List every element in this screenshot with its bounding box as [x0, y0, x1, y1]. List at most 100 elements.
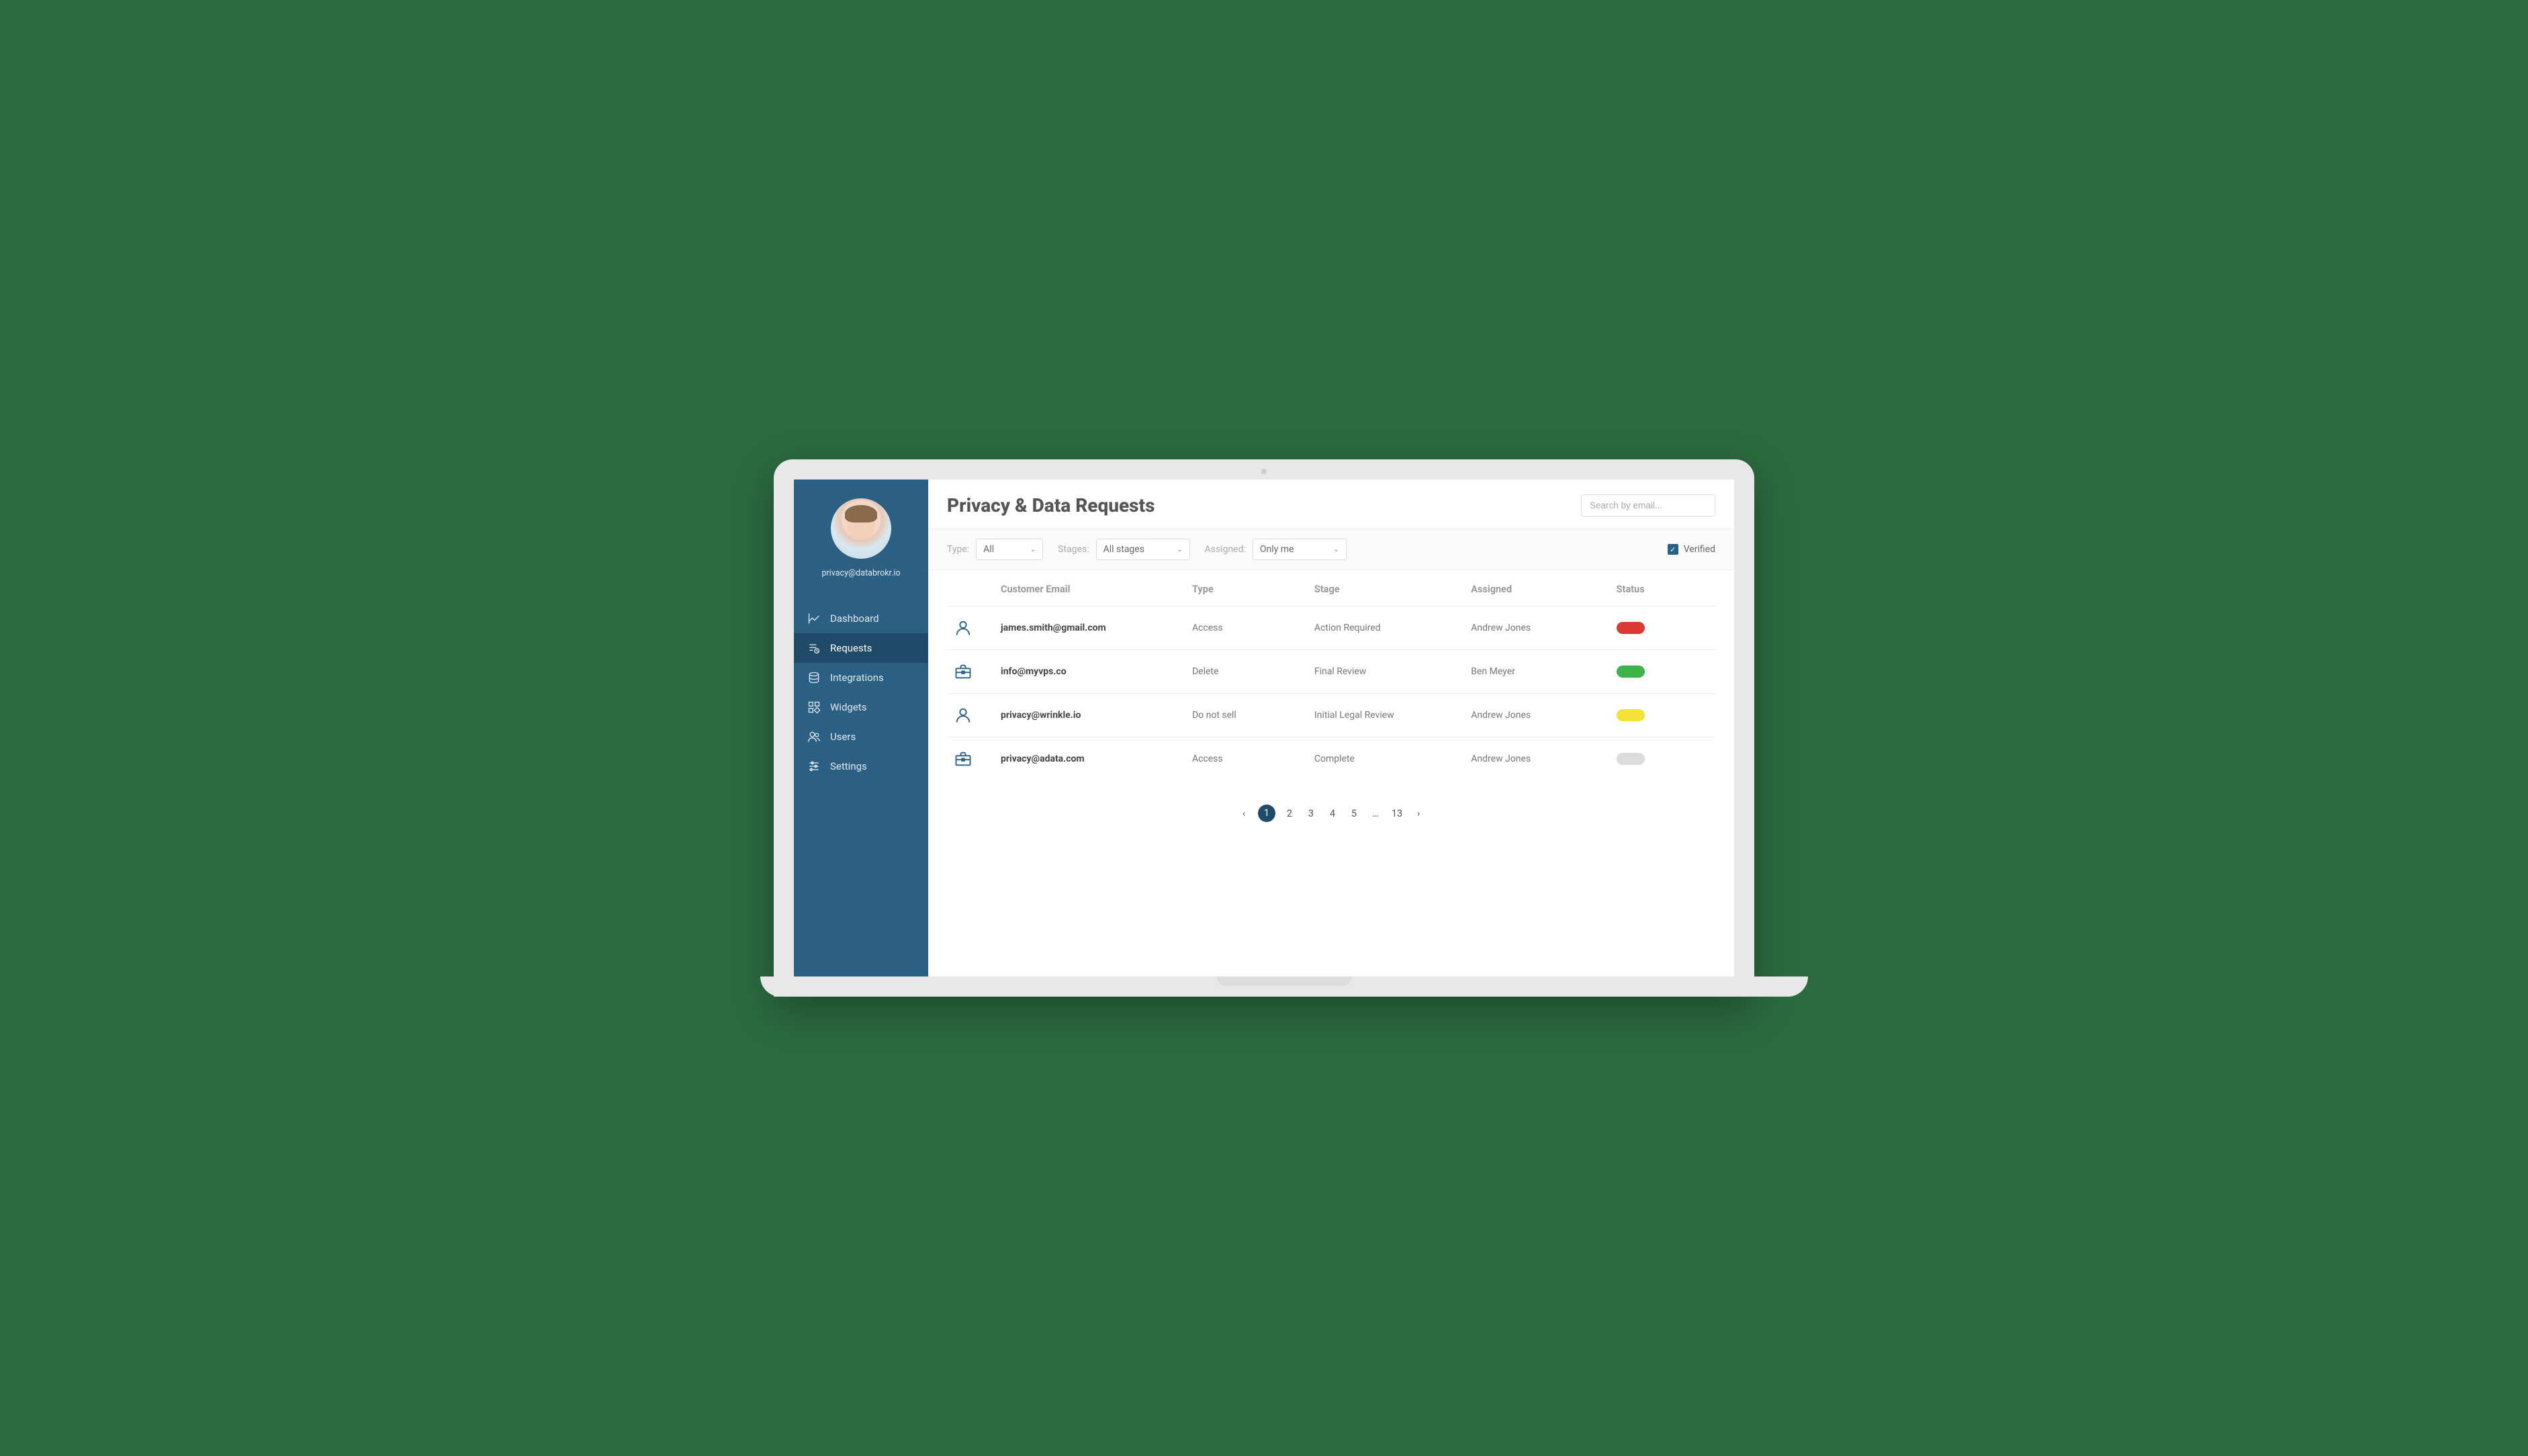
database-icon — [807, 671, 821, 684]
cell-stage: Final Review — [1314, 666, 1464, 677]
page-next[interactable]: › — [1411, 808, 1426, 819]
filter-assigned-select[interactable]: Only me ⌄ — [1253, 539, 1347, 560]
chevron-down-icon: ⌄ — [1030, 546, 1036, 553]
col-header-assigned: Assigned — [1471, 584, 1609, 595]
profile-email: privacy@databrokr.io — [794, 568, 928, 578]
cell-type: Do not sell — [1192, 710, 1308, 721]
table-row[interactable]: privacy@adata.com Access Complete Andrew Jo… — [947, 737, 1715, 780]
status-pill — [1617, 666, 1645, 678]
cell-type: Delete — [1192, 666, 1308, 677]
cell-email: privacy@adata.com — [1001, 754, 1185, 764]
cell-status — [1617, 753, 1709, 765]
chevron-down-icon: ⌄ — [1334, 546, 1339, 553]
cell-email: info@myvps.co — [1001, 666, 1185, 677]
col-header-status: Status — [1617, 584, 1709, 595]
sidebar-item-widgets[interactable]: Widgets — [794, 692, 928, 722]
grid-icon — [807, 700, 821, 714]
filter-stages-select[interactable]: All stages ⌄ — [1096, 539, 1190, 560]
users-icon — [807, 730, 821, 743]
page-number[interactable]: 5 — [1347, 808, 1361, 819]
filter-stages-label: Stages: — [1058, 544, 1089, 555]
sidebar-item-dashboard[interactable]: Dashboard — [794, 604, 928, 633]
page-number[interactable]: 2 — [1282, 808, 1297, 819]
sidebar-item-label: Settings — [830, 760, 867, 772]
laptop-base — [760, 976, 1808, 997]
sidebar-item-label: Users — [830, 731, 856, 743]
filter-verified-group: ✓ Verified — [1668, 544, 1715, 555]
cell-stage: Initial Legal Review — [1314, 710, 1464, 721]
sidebar-item-integrations[interactable]: Integrations — [794, 663, 928, 692]
filter-type-group: Type: All ⌄ — [947, 539, 1043, 560]
cell-assigned: Andrew Jones — [1471, 710, 1609, 721]
cell-assigned: Ben Meyer — [1471, 666, 1609, 677]
sidebar: privacy@databrokr.io Dashboard Requests — [794, 480, 928, 976]
sliders-icon — [807, 760, 821, 773]
filter-type-value: All — [983, 544, 994, 555]
cell-status — [1617, 666, 1709, 678]
filter-assigned-value: Only me — [1260, 544, 1294, 555]
cell-email: james.smith@gmail.com — [1001, 623, 1185, 633]
sidebar-item-settings[interactable]: Settings — [794, 752, 928, 781]
verified-checkbox[interactable]: ✓ — [1668, 544, 1678, 555]
search-input[interactable] — [1581, 494, 1715, 516]
col-header-email: Customer Email — [1001, 584, 1185, 595]
cell-status — [1617, 622, 1709, 634]
verified-label: Verified — [1684, 544, 1715, 555]
status-pill — [1617, 709, 1645, 721]
list-clock-icon — [807, 641, 821, 655]
sidebar-item-label: Dashboard — [830, 612, 879, 625]
app-screen: privacy@databrokr.io Dashboard Requests — [794, 480, 1734, 976]
page-number[interactable]: 4 — [1325, 808, 1340, 819]
avatar[interactable] — [831, 498, 891, 559]
status-pill — [1617, 622, 1645, 634]
page-number[interactable]: 13 — [1390, 808, 1404, 819]
requests-table: Customer Email Type Stage Assigned Statu… — [928, 570, 1734, 780]
filter-bar: Type: All ⌄ Stages: All stages ⌄ Assigne… — [928, 529, 1734, 570]
cell-email: privacy@wrinkle.io — [1001, 710, 1185, 721]
briefcase-icon — [954, 662, 973, 681]
briefcase-icon — [954, 749, 973, 768]
pagination: ‹ 12345 … 13 › — [928, 780, 1734, 846]
filter-stages-group: Stages: All stages ⌄ — [1058, 539, 1189, 560]
col-header-stage: Stage — [1314, 584, 1464, 595]
status-pill — [1617, 753, 1645, 765]
filter-type-select[interactable]: All ⌄ — [976, 539, 1043, 560]
sidebar-item-label: Requests — [830, 642, 872, 654]
table-header-row: Customer Email Type Stage Assigned Statu… — [947, 570, 1715, 606]
table-row[interactable]: james.smith@gmail.com Access Action Requir… — [947, 606, 1715, 649]
person-icon — [954, 619, 973, 637]
chart-line-icon — [807, 612, 821, 625]
sidebar-item-users[interactable]: Users — [794, 722, 928, 752]
main-content: Privacy & Data Requests Type: All ⌄ Stag… — [928, 480, 1734, 976]
cell-assigned: Andrew Jones — [1471, 754, 1609, 764]
page-ellipsis: … — [1368, 808, 1383, 819]
sidebar-nav: Dashboard Requests Integrations — [794, 604, 928, 781]
cell-status — [1617, 709, 1709, 721]
filter-stages-value: All stages — [1103, 544, 1144, 555]
page-title: Privacy & Data Requests — [947, 494, 1155, 516]
page-number[interactable]: 3 — [1304, 808, 1318, 819]
sidebar-item-requests[interactable]: Requests — [794, 633, 928, 663]
person-icon — [954, 706, 973, 725]
cell-type: Access — [1192, 754, 1308, 764]
cell-type: Access — [1192, 623, 1308, 633]
cell-assigned: Andrew Jones — [1471, 623, 1609, 633]
camera-dot — [1261, 469, 1267, 474]
table-row[interactable]: info@myvps.co Delete Final Review Ben Meyer — [947, 649, 1715, 693]
laptop-frame: privacy@databrokr.io Dashboard Requests — [774, 459, 1754, 997]
table-row[interactable]: privacy@wrinkle.io Do not sell Initial Leg… — [947, 693, 1715, 737]
filter-assigned-group: Assigned: Only me ⌄ — [1205, 539, 1347, 560]
cell-stage: Action Required — [1314, 623, 1464, 633]
filter-type-label: Type: — [947, 544, 969, 555]
page-header: Privacy & Data Requests — [928, 480, 1734, 529]
cell-stage: Complete — [1314, 754, 1464, 764]
page-number[interactable]: 1 — [1258, 805, 1275, 822]
laptop-notch — [1217, 976, 1351, 986]
profile-block: privacy@databrokr.io — [794, 480, 928, 588]
filter-assigned-label: Assigned: — [1205, 544, 1246, 555]
sidebar-item-label: Integrations — [830, 672, 884, 684]
page-prev[interactable]: ‹ — [1236, 808, 1251, 819]
sidebar-item-label: Widgets — [830, 701, 866, 713]
chevron-down-icon: ⌄ — [1177, 546, 1182, 553]
col-header-type: Type — [1192, 584, 1308, 595]
